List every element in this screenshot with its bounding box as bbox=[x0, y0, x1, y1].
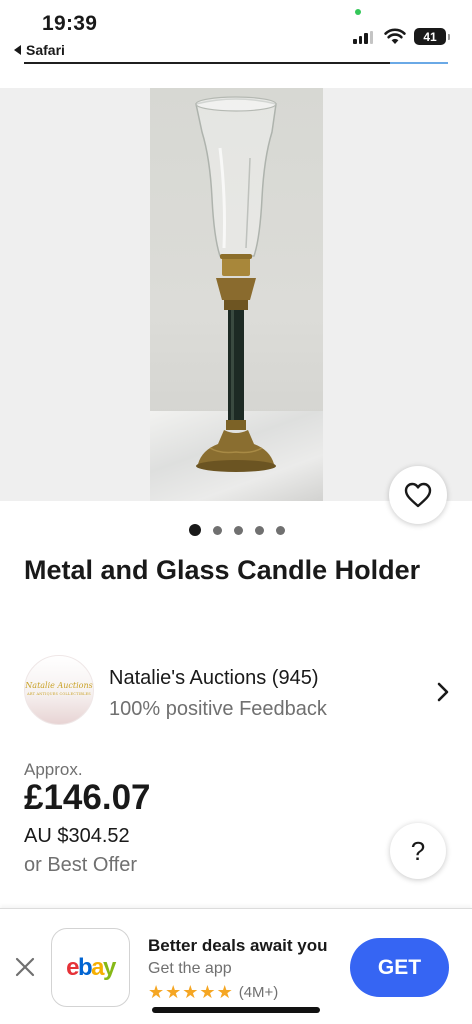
camera-indicator-dot bbox=[355, 9, 361, 15]
listing-title: Metal and Glass Candle Holder bbox=[24, 555, 421, 585]
gallery-dot[interactable] bbox=[213, 525, 222, 535]
back-app-label: Safari bbox=[26, 42, 65, 58]
banner-subtitle: Get the app bbox=[148, 960, 232, 977]
seller-feedback: 100% positive Feedback bbox=[109, 698, 327, 720]
listing-photo[interactable] bbox=[150, 88, 323, 501]
back-arrow-icon bbox=[14, 45, 21, 55]
help-button[interactable]: ? bbox=[390, 823, 446, 879]
get-app-button[interactable]: GET bbox=[350, 938, 449, 997]
home-indicator bbox=[152, 1007, 320, 1013]
favorite-button[interactable] bbox=[389, 466, 447, 524]
star-icon: ★ bbox=[165, 982, 182, 1002]
seller-name[interactable]: Natalie's Auctions (945) bbox=[109, 667, 318, 690]
battery-icon: 41 bbox=[414, 28, 450, 45]
ebay-logo: ebay bbox=[66, 953, 116, 981]
ebay-app-icon[interactable]: ebay bbox=[51, 928, 130, 1007]
gallery-dot[interactable] bbox=[255, 525, 264, 535]
banner-title: Better deals await you bbox=[148, 936, 328, 955]
chevron-right-icon[interactable] bbox=[436, 681, 450, 703]
star-icon: ★ bbox=[182, 982, 199, 1002]
star-icon: ★ bbox=[216, 982, 233, 1002]
best-offer-label: or Best Offer bbox=[24, 854, 138, 876]
gallery-dot[interactable] bbox=[276, 525, 285, 535]
converted-price: AU $304.52 bbox=[24, 825, 130, 847]
image-gallery[interactable] bbox=[0, 88, 472, 501]
star-icon: ★ bbox=[148, 982, 165, 1002]
gallery-pagination[interactable] bbox=[189, 524, 285, 536]
cellular-signal-icon bbox=[353, 31, 373, 44]
status-bar: 19:39 Safari 41 bbox=[0, 0, 472, 64]
page-load-progress bbox=[24, 62, 448, 64]
back-to-safari-link[interactable]: Safari bbox=[14, 42, 65, 58]
close-icon[interactable] bbox=[14, 956, 36, 978]
rating-count: (4M+) bbox=[238, 983, 279, 1001]
seller-info[interactable]: Natalie Auctions ART ANTIQUES COLLECTIBL… bbox=[24, 655, 454, 725]
seller-avatar: Natalie Auctions ART ANTIQUES COLLECTIBL… bbox=[24, 655, 94, 725]
gallery-dot[interactable] bbox=[189, 524, 201, 536]
status-time: 19:39 bbox=[42, 12, 98, 35]
candle-holder-illustration bbox=[195, 96, 277, 472]
gallery-dot[interactable] bbox=[234, 525, 243, 535]
seller-logo-text: Natalie Auctions bbox=[25, 681, 93, 690]
wifi-icon bbox=[384, 28, 406, 44]
seller-logo-tagline: ART ANTIQUES COLLECTIBLES bbox=[27, 692, 91, 696]
app-install-banner: ebay Better deals await you Get the app … bbox=[0, 908, 472, 1024]
approx-label: Approx. bbox=[24, 760, 83, 779]
price-amount: £146.07 bbox=[24, 778, 151, 817]
heart-icon bbox=[404, 482, 432, 508]
star-icon: ★ bbox=[199, 982, 216, 1002]
app-rating: ★ ★ ★ ★ ★ (4M+) bbox=[148, 983, 278, 1001]
